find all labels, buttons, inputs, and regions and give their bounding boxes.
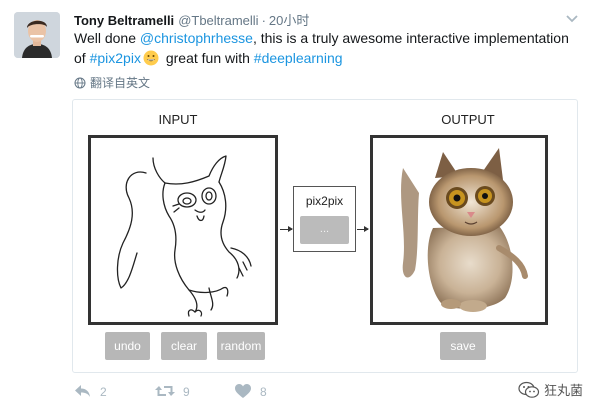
process-button[interactable]: ...	[300, 216, 349, 244]
header-separator: ·	[261, 13, 266, 28]
like-action[interactable]: 8	[234, 380, 274, 402]
undo-button[interactable]: undo	[105, 332, 150, 360]
retweet-icon	[155, 386, 175, 396]
text-segment: great fun with	[161, 50, 254, 66]
output-image	[370, 135, 548, 325]
input-drawing-canvas[interactable]	[88, 135, 278, 325]
watermark-text: 狂丸菌	[543, 383, 583, 398]
generated-cat-image	[401, 148, 528, 312]
flow-arrow	[357, 226, 369, 232]
pix2pix-model-box: pix2pix ...	[293, 186, 356, 252]
retweet-action[interactable]: 9	[154, 380, 194, 402]
grinning-emoji-icon	[143, 50, 159, 66]
flow-arrow	[280, 226, 293, 232]
tweet-text: Well done @christophrhesse, this is a tr…	[74, 28, 579, 68]
hashtag-deeplearning-link[interactable]: #deeplearning	[254, 50, 343, 66]
wechat-icon	[518, 381, 540, 398]
text-segment: Well done	[74, 30, 140, 46]
output-title: OUTPUT	[441, 112, 495, 127]
reply-count: 2	[100, 385, 107, 399]
author-handle[interactable]: @Tbeltramelli	[178, 13, 258, 28]
reply-action[interactable]: 2	[74, 380, 114, 402]
translate-link[interactable]: 翻译自英文	[74, 74, 150, 91]
cat-sketch-drawing	[116, 155, 252, 317]
model-label: pix2pix	[305, 194, 344, 208]
avatar[interactable]	[14, 12, 60, 58]
chevron-down-icon[interactable]	[565, 11, 579, 25]
retweet-count: 9	[183, 385, 190, 399]
hashtag-pix2pix-link[interactable]: #pix2pix	[90, 50, 141, 66]
tweet-timestamp[interactable]: 20小时	[269, 13, 309, 28]
watermark: 狂丸菌	[518, 380, 583, 402]
reply-icon	[75, 385, 90, 397]
clear-button[interactable]: clear	[161, 332, 207, 360]
tweet-header: Tony Beltramelli @Tbeltramelli · 20小时	[74, 10, 579, 28]
mention-link[interactable]: @christophrhesse	[140, 30, 253, 46]
pix2pix-demo-card: INPUT OUTPUT pix2pix ... undo clear rand…	[72, 99, 578, 373]
save-button[interactable]: save	[440, 332, 486, 360]
globe-icon	[74, 77, 86, 89]
random-button[interactable]: random	[217, 332, 265, 360]
input-title: INPUT	[158, 112, 198, 127]
author-display-name[interactable]: Tony Beltramelli	[74, 13, 174, 28]
like-count: 8	[260, 385, 267, 399]
heart-icon	[235, 384, 251, 398]
translate-label: 翻译自英文	[90, 76, 151, 90]
